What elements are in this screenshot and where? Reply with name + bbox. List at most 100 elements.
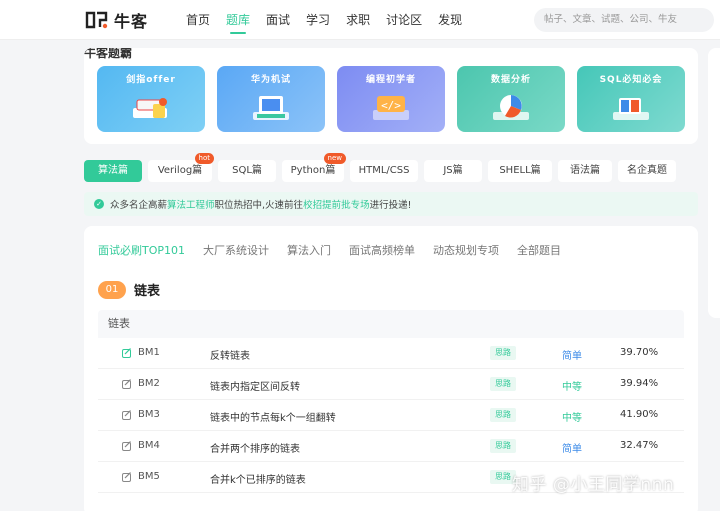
tag-html-css[interactable]: HTML/CSS <box>350 160 418 182</box>
tag-label: SQL篇 <box>232 165 262 176</box>
tag-python[interactable]: Python篇 new <box>282 153 346 182</box>
banner-huawei[interactable]: 华为机试 <box>217 66 325 132</box>
banner-section-title: 牛客题霸 <box>84 48 133 60</box>
problem-list-card: 面试必刷TOP101 大厂系统设计 算法入门 面试高频榜单 动态规划专项 全部题… <box>84 226 698 511</box>
subtab-algorithm-intro[interactable]: 算法入门 <box>287 242 331 258</box>
books-illustration-icon <box>133 98 167 118</box>
notice-link-algorithm-engineer[interactable]: 算法工程师 <box>167 197 215 211</box>
tag-label: 语法篇 <box>570 165 600 176</box>
pass-rate: 41.90% <box>620 409 659 420</box>
pie-chart-illustration-icon <box>493 95 529 120</box>
banner-data-analysis[interactable]: 数据分析 <box>457 66 565 132</box>
subtab-high-frequency[interactable]: 面试高频榜单 <box>349 242 415 258</box>
problem-title[interactable]: 合并k个已排序的链表 <box>210 471 306 486</box>
tag-label: JS篇 <box>443 165 463 176</box>
difficulty: 简单 <box>562 351 582 362</box>
problem-id: BM3 <box>138 409 160 420</box>
subtab-top101[interactable]: 面试必刷TOP101 <box>98 242 185 258</box>
tag-syntax[interactable]: 语法篇 <box>558 160 612 182</box>
banner-sql[interactable]: SQL必知必会 <box>577 66 685 132</box>
tag-label: HTML/CSS <box>358 165 410 176</box>
section-title: 链表 <box>134 284 161 299</box>
table-row[interactable]: BM3 链表中的节点每k个一组翻转 思路 中等 41.90% <box>98 400 684 431</box>
right-sidebar-edge <box>708 48 720 318</box>
problem-id: BM1 <box>138 347 160 358</box>
nav-study[interactable]: 学习 <box>306 0 330 40</box>
tag-company-exams[interactable]: 名企真题 <box>618 160 676 182</box>
banner-card: 牛客题霸 剑指offer 华为机试 编程初学者 </> 数据分析 SQL必知必会 <box>84 48 698 144</box>
section-header: 01 链表 <box>98 280 160 299</box>
tag-algorithm[interactable]: 算法篇 <box>84 160 142 182</box>
difficulty: 中等 <box>562 382 582 393</box>
problem-id: BM4 <box>138 440 160 451</box>
check-circle-icon: ✓ <box>94 199 104 209</box>
pass-rate: 32.47% <box>620 440 659 451</box>
tag-label: Verilog篇 <box>157 165 203 176</box>
difficulty: 中等 <box>562 413 582 424</box>
nav-discuss[interactable]: 讨论区 <box>386 0 422 40</box>
banner-beginner[interactable]: 编程初学者 </> <box>337 66 445 132</box>
nav-discover[interactable]: 发现 <box>438 0 462 40</box>
difficulty: 简单 <box>562 444 582 455</box>
nav-question-bank[interactable]: 题库 <box>226 0 250 40</box>
table-header: 链表 <box>98 310 684 338</box>
logo[interactable]: 牛客 <box>84 8 148 32</box>
notice-text-before: 众多名企高薪 <box>110 200 168 211</box>
problem-table: 链表 BM1 反转链表 思路 简单 39.70% BM2 链表内指定区间反转 思… <box>98 310 684 493</box>
problem-title[interactable]: 反转链表 <box>210 347 250 362</box>
edit-icon <box>122 410 131 420</box>
hint-tag[interactable]: 思路 <box>490 377 516 391</box>
tag-sql[interactable]: SQL篇 <box>218 160 276 182</box>
svg-text:</>: </> <box>381 99 401 112</box>
tag-label: SHELL篇 <box>499 165 541 176</box>
table-row[interactable]: BM4 合并两个排序的链表 思路 简单 32.47% <box>98 431 684 462</box>
problem-subtabs: 面试必刷TOP101 大厂系统设计 算法入门 面试高频榜单 动态规划专项 全部题… <box>98 242 579 258</box>
notice-text-after: 进行投递! <box>369 200 412 211</box>
banner-label: 华为机试 <box>250 75 291 85</box>
nav-jobs[interactable]: 求职 <box>346 0 370 40</box>
top-navbar: 牛客 首页 题库 面试 学习 求职 讨论区 发现 帖子、文章、试题、公司、牛友 <box>0 0 720 40</box>
edit-icon <box>122 472 131 482</box>
recruitment-notice: ✓ 众多名企高薪 算法工程师 职位热招中,火速前往 校招提前批专场 进行投递! <box>84 192 698 216</box>
edit-icon <box>122 379 131 389</box>
section-number: 01 <box>98 280 126 299</box>
tag-shell[interactable]: SHELL篇 <box>488 160 552 182</box>
hint-tag[interactable]: 思路 <box>490 439 516 453</box>
banner-label: 编程初学者 <box>365 75 416 85</box>
subtab-all-problems[interactable]: 全部题目 <box>517 242 561 258</box>
problem-id: BM2 <box>138 378 160 389</box>
problem-title[interactable]: 链表中的节点每k个一组翻转 <box>210 409 336 424</box>
search-input[interactable]: 帖子、文章、试题、公司、牛友 <box>534 8 714 32</box>
hint-tag[interactable]: 思路 <box>490 408 516 422</box>
tag-verilog[interactable]: Verilog篇 hot <box>148 153 214 182</box>
database-illustration-icon <box>613 98 649 120</box>
subtab-system-design[interactable]: 大厂系统设计 <box>203 242 269 258</box>
pass-rate: 39.70% <box>620 347 659 358</box>
nav-home[interactable]: 首页 <box>186 0 210 40</box>
logo-text: 牛客 <box>114 12 149 31</box>
nav-interview[interactable]: 面试 <box>266 0 290 40</box>
edit-icon <box>122 441 131 451</box>
niuke-logo-icon <box>85 11 108 29</box>
table-row[interactable]: BM1 反转链表 思路 简单 39.70% <box>98 338 684 369</box>
problem-title[interactable]: 链表内指定区间反转 <box>210 378 300 393</box>
problem-id: BM5 <box>138 471 160 482</box>
notice-text-mid: 职位热招中,火速前往 <box>214 200 304 211</box>
banner-label: SQL必知必会 <box>599 75 663 85</box>
problem-title[interactable]: 合并两个排序的链表 <box>210 440 300 455</box>
edit-icon <box>122 348 131 358</box>
main-nav: 首页 题库 面试 学习 求职 讨论区 发现 <box>186 0 478 40</box>
tag-js[interactable]: JS篇 <box>424 160 482 182</box>
new-badge: new <box>323 153 346 164</box>
hint-tag[interactable]: 思路 <box>490 346 516 360</box>
watermark-text: 知乎 @小王同学nnn <box>512 475 675 495</box>
banner-label: 剑指offer <box>126 75 176 85</box>
banner-label: 数据分析 <box>490 75 531 85</box>
notice-link-campus[interactable]: 校招提前批专场 <box>303 197 370 211</box>
table-row[interactable]: BM2 链表内指定区间反转 思路 中等 39.94% <box>98 369 684 400</box>
tag-label: 算法篇 <box>98 165 128 176</box>
banner-jianzhi-offer[interactable]: 剑指offer <box>97 66 205 132</box>
hot-badge: hot <box>194 153 214 164</box>
tag-label: 名企真题 <box>627 165 667 176</box>
subtab-dynamic-programming[interactable]: 动态规划专项 <box>433 242 499 258</box>
